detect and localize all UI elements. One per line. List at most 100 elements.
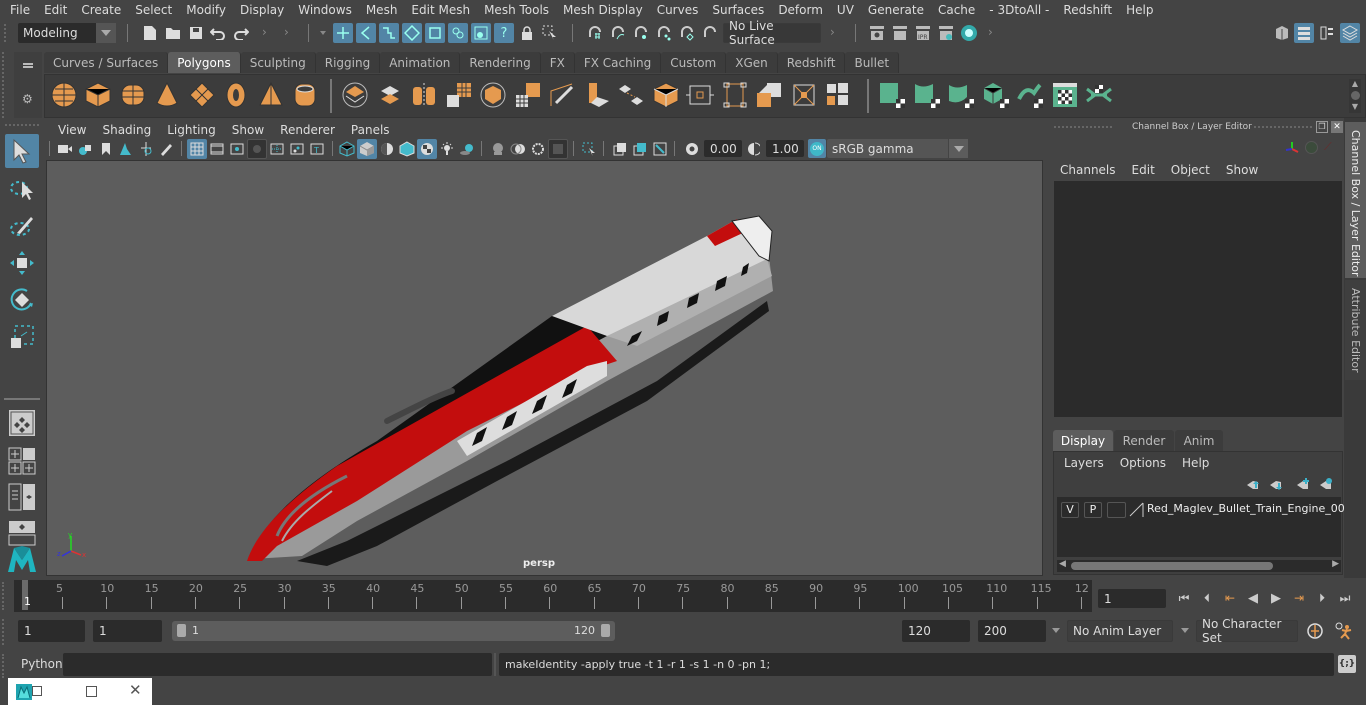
time-slider[interactable]: 1 5 10 15 20 25 30 35 40 45 50 55 60 65 70 75 80 85 90 95 1… [14,580,1092,612]
character-set-dropdown-arrow[interactable] [1181,628,1189,633]
restore-window-icon[interactable] [32,686,42,696]
separate-icon[interactable] [376,81,404,109]
move-tool-icon[interactable] [5,246,39,280]
panel-menu-lighting[interactable]: Lighting [159,123,224,137]
four-view-layout-icon[interactable] [5,444,39,478]
layer-row[interactable]: V P Red_Maglev_Bullet_Train_Engine_001 [1057,501,1352,519]
shelf-tab-animation[interactable]: Animation [380,52,461,73]
shelf-tab-sculpting[interactable]: Sculpting [240,52,316,73]
multi-cut-icon[interactable] [548,81,576,109]
panel-menu-renderer[interactable]: Renderer [272,123,343,137]
modeling-toolkit-icon[interactable] [1271,23,1291,43]
menu-file[interactable]: File [3,3,37,17]
render-frame-icon[interactable] [890,23,910,43]
step-forward-key-icon[interactable]: ⇥ [1290,591,1308,605]
animation-start-field[interactable]: 1 [18,620,85,642]
make-live-icon[interactable] [699,23,719,43]
move-layer-up-icon[interactable] [1246,479,1260,491]
bullet-rigid-body-icon[interactable] [878,81,906,109]
menu-deform[interactable]: Deform [771,3,830,17]
panel-menu-view[interactable]: View [50,123,94,137]
field-chart-icon[interactable] [267,139,287,159]
layer-playback-toggle[interactable]: P [1084,502,1102,518]
bevel-icon[interactable] [514,81,542,109]
new-layer-icon[interactable] [1296,477,1310,491]
select-tool-icon[interactable] [5,134,39,168]
color-management-toggle[interactable]: ON [808,139,826,158]
poly-pyramid-icon[interactable] [257,81,285,109]
use-all-lights-icon[interactable] [437,139,457,159]
smooth-shade-icon[interactable] [357,139,377,159]
menu-mesh-display[interactable]: Mesh Display [556,3,650,17]
gate-mask-icon[interactable] [247,139,267,159]
go-to-start-icon[interactable]: ⏮ [1175,591,1193,606]
menu-layers[interactable]: Layers [1064,456,1104,470]
panel-menu-panels[interactable]: Panels [343,123,398,137]
bullet-shatter-icon[interactable] [982,81,1010,109]
shadows-icon[interactable] [457,139,477,159]
snap-to-surface-icon[interactable] [676,23,696,43]
grease-pencil-icon[interactable] [156,139,176,159]
menu-help[interactable]: Help [1182,456,1209,470]
layer-tab-display[interactable]: Display [1053,430,1113,451]
xray-components-icon[interactable] [650,139,670,159]
grid-toggle-icon[interactable] [187,139,207,159]
menu-set-dropdown[interactable]: Modeling [18,23,116,43]
menu-channels[interactable]: Channels [1060,163,1116,177]
mirror-icon[interactable] [479,81,507,109]
train-model[interactable] [47,161,1044,577]
scale-tool-icon[interactable] [5,320,39,354]
perspective-viewport[interactable]: y x z persp [46,160,1043,576]
menu-curves[interactable]: Curves [650,3,706,17]
menu-redshift[interactable]: Redshift [1056,3,1119,17]
float-panel-icon[interactable]: ❐ [1316,121,1328,133]
delete-history-icon[interactable] [755,81,783,109]
layer-tab-anim[interactable]: Anim [1175,430,1223,451]
screen-space-ao-icon[interactable] [488,139,508,159]
scroll-right-icon[interactable]: ▶ [1332,559,1339,569]
playback-end-field[interactable]: 120 [902,620,970,642]
layout-uv-icon[interactable] [824,81,852,109]
script-language-toggle[interactable]: Python [21,657,63,671]
live-surface-field[interactable]: No Live Surface [723,19,821,47]
exposure-icon[interactable] [682,139,702,159]
save-scene-icon[interactable] [186,23,206,43]
film-gate-icon[interactable] [207,139,227,159]
snap-to-view-plane-icon[interactable] [653,23,673,43]
snap-to-point-icon[interactable] [630,23,650,43]
shelf-tab-rigging[interactable]: Rigging [315,52,381,73]
menu-windows[interactable]: Windows [291,3,359,17]
drag-handle[interactable] [1254,126,1312,129]
move-layer-down-icon[interactable] [1269,479,1283,491]
select-by-face-icon[interactable] [448,23,468,43]
scroll-up-icon[interactable]: ▲ [1349,79,1361,89]
shelf-settings-gear-icon[interactable]: ⚙ [22,92,33,106]
redo-icon[interactable] [231,23,251,43]
drag-handle[interactable] [2,582,10,610]
shelf-tab-bullet[interactable]: Bullet [845,52,900,73]
layer-visibility-toggle[interactable]: V [1061,502,1079,518]
default-material-icon[interactable] [377,139,397,159]
wireframe-on-shaded-icon[interactable] [397,139,417,159]
step-back-key-icon[interactable]: ⇤ [1221,591,1239,605]
select-by-component-icon[interactable] [379,23,399,43]
menu-select[interactable]: Select [128,3,179,17]
drag-handle[interactable] [5,124,39,127]
reset-transform-icon[interactable] [790,81,818,109]
drag-handle[interactable] [4,24,8,42]
layer-name[interactable]: Red_Maglev_Bullet_Train_Engine_001 [1147,502,1352,515]
side-tab-attribute-editor[interactable]: Attribute Editor [1345,280,1366,380]
resolution-gate-icon[interactable] [227,139,247,159]
panel-menu-shading[interactable]: Shading [94,123,159,137]
bridge-icon[interactable] [617,81,645,109]
collapse-arrow-icon[interactable]: › [284,25,289,39]
poly-torus-icon[interactable] [222,81,250,109]
image-plane-icon[interactable] [115,139,135,159]
bullet-cloth-icon[interactable] [947,81,975,109]
playback-start-field[interactable]: 1 [93,620,162,642]
safe-title-icon[interactable]: T [307,139,327,159]
select-by-object-icon[interactable] [356,23,376,43]
menu-mesh[interactable]: Mesh [359,3,405,17]
motion-blur-icon[interactable] [508,139,528,159]
shelf-tab-polygons[interactable]: Polygons [168,52,241,73]
